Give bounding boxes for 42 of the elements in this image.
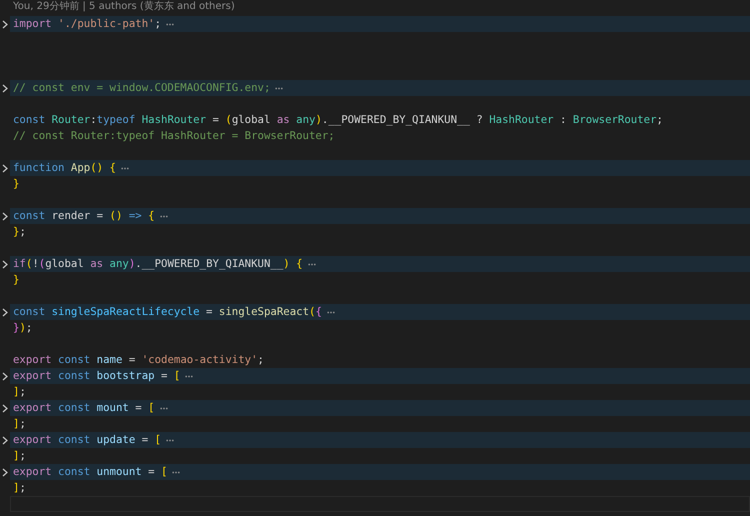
ellipsis-icon[interactable]	[172, 470, 180, 474]
blame-annotation: You, 29分钟前 | 5 authors (黄东东 and others)	[13, 0, 235, 13]
code-line: };	[13, 224, 26, 240]
chevron-icon[interactable]	[2, 212, 8, 220]
ellipsis-icon[interactable]	[308, 262, 316, 266]
code-line: ];	[13, 480, 26, 496]
ellipsis-icon[interactable]	[120, 166, 129, 170]
ellipsis-icon[interactable]	[185, 374, 194, 378]
code-line: ];	[13, 384, 26, 400]
code-line: export const unmount = [	[13, 464, 168, 480]
chevron-icon[interactable]	[2, 308, 8, 316]
code-line: export const mount = [	[13, 400, 155, 416]
code-line: const Router:typeof HashRouter = (global as any).__POWERED_BY_QIANKUN__ ? HashRouter : BrowserRouter;	[13, 112, 663, 128]
code-line: ];	[13, 448, 26, 464]
code-line: if(!(global as any).__POWERED_BY_QIANKUN__) {	[13, 256, 303, 272]
code-line: ];	[13, 416, 26, 432]
chevron-icon[interactable]	[2, 436, 8, 444]
code-line: }	[13, 176, 20, 192]
chevron-icon[interactable]	[2, 260, 8, 268]
ellipsis-icon[interactable]	[275, 86, 284, 90]
code-line: export const name = 'codemao-activity';	[13, 352, 264, 368]
code-line: const singleSpaReactLifecycle = singleSpaReact({	[13, 304, 322, 320]
code-line: export const bootstrap = [	[13, 368, 180, 384]
chevron-icon[interactable]	[2, 84, 8, 92]
chevron-icon[interactable]	[2, 372, 8, 380]
chevron-icon[interactable]	[2, 468, 8, 476]
chevron-icon[interactable]	[2, 164, 8, 172]
ellipsis-icon[interactable]	[326, 310, 335, 314]
ellipsis-icon[interactable]	[160, 406, 168, 410]
code-line: function App() {	[13, 160, 116, 176]
ellipsis-icon[interactable]	[166, 22, 174, 26]
code-line: }	[13, 272, 20, 288]
code-line: });	[13, 320, 32, 336]
ellipsis-icon[interactable]	[166, 438, 174, 442]
code-line: const render = () => {	[13, 208, 155, 224]
code-line: export const update = [	[13, 432, 162, 448]
chevron-icon[interactable]	[2, 404, 8, 412]
code-line: import './public-path';	[13, 16, 162, 32]
code-line: // const Router:typeof HashRouter = BrowserRouter;	[13, 128, 335, 144]
chevron-icon[interactable]	[2, 20, 8, 28]
code-line: // const env = window.CODEMAOCONFIG.env;	[13, 80, 270, 96]
ellipsis-icon[interactable]	[160, 214, 168, 218]
